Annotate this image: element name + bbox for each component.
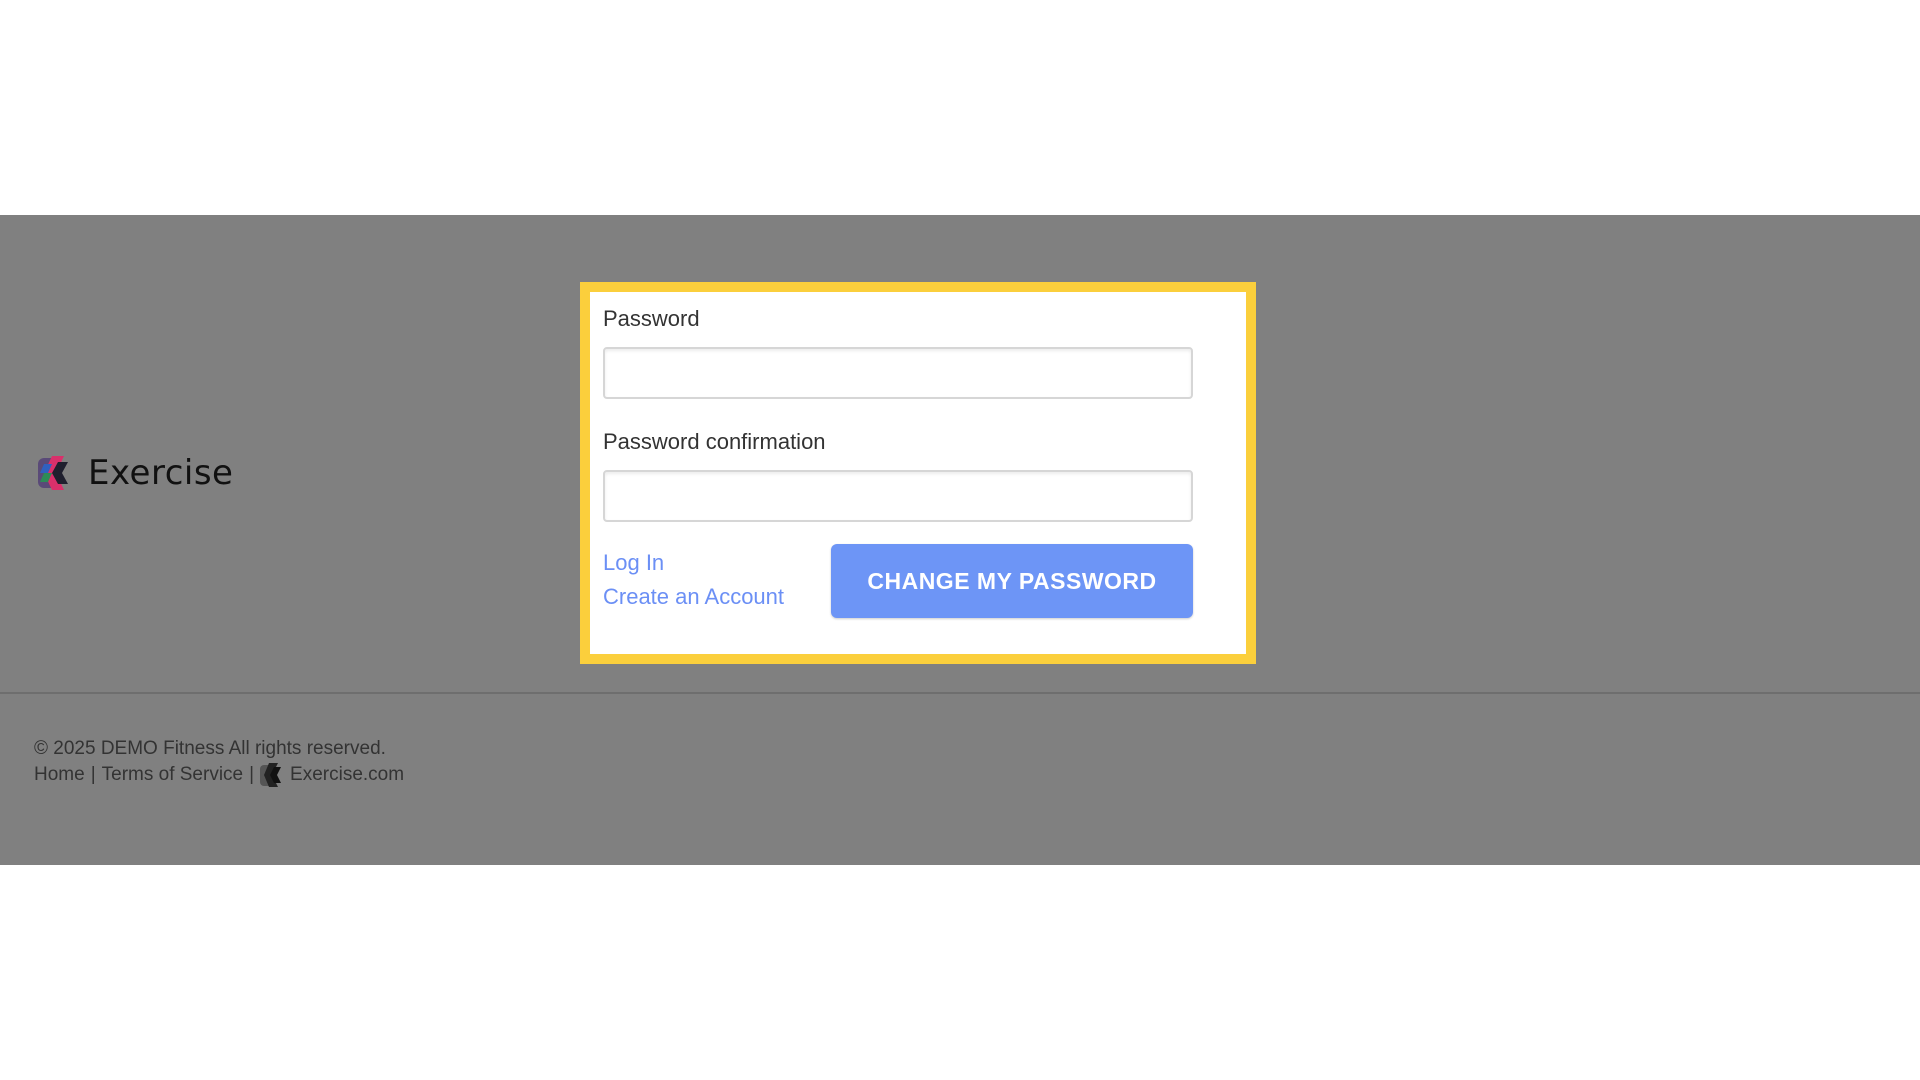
change-password-button[interactable]: CHANGE MY PASSWORD: [831, 544, 1193, 618]
highlighted-password-form: Password Password confirmation Log In Cr…: [580, 282, 1256, 664]
password-confirmation-label: Password confirmation: [603, 429, 826, 454]
footer-divider: [0, 692, 1920, 694]
footer: © 2025 DEMO Fitness All rights reserved.…: [34, 736, 404, 788]
password-input[interactable]: [603, 347, 1193, 399]
auth-links: Log In Create an Account: [603, 550, 784, 610]
page: Exercise © 2025 DEMO Fitness All rights …: [0, 0, 1920, 1080]
exercise-mini-logo-icon: [260, 763, 282, 787]
footer-home-link[interactable]: Home: [34, 764, 85, 786]
footer-terms-link[interactable]: Terms of Service: [102, 764, 243, 786]
brand-name: Exercise: [88, 453, 234, 493]
password-confirmation-input[interactable]: [603, 470, 1193, 522]
password-label: Password: [603, 306, 700, 331]
exercise-logo-icon: [38, 456, 68, 490]
log-in-link[interactable]: Log In: [603, 550, 784, 576]
footer-separator: |: [90, 764, 96, 785]
header-logo[interactable]: Exercise: [38, 453, 233, 493]
create-account-link[interactable]: Create an Account: [603, 584, 784, 610]
footer-links: Home | Terms of Service | Exercise.com: [34, 762, 404, 788]
copyright-text: © 2025 DEMO Fitness All rights reserved.: [34, 738, 386, 759]
footer-exercise-link[interactable]: Exercise.com: [290, 764, 404, 786]
footer-separator: |: [249, 764, 255, 785]
